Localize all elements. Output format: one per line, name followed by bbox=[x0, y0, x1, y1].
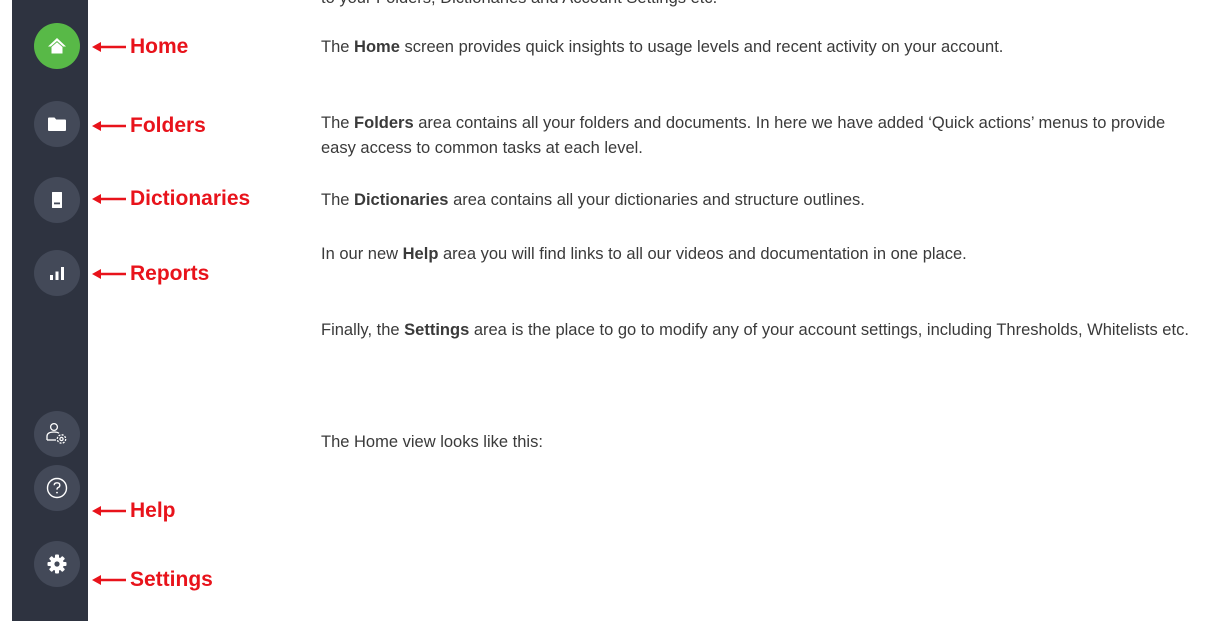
callout-home-label: Home bbox=[130, 35, 189, 58]
sidebar-nav bbox=[12, 0, 88, 621]
callout-help: Help bbox=[92, 499, 176, 523]
callout-folders: Folders bbox=[92, 114, 206, 138]
arrow-left-icon bbox=[92, 42, 126, 52]
arrow-left-icon bbox=[92, 121, 126, 131]
help-term: Help bbox=[402, 245, 439, 263]
account-nav-button[interactable] bbox=[34, 411, 80, 457]
callout-home: Home bbox=[92, 35, 188, 59]
dictionaries-nav-button[interactable] bbox=[34, 177, 80, 223]
intro-text-cut: to your Folders, Dictionaries and Accoun… bbox=[321, 0, 717, 8]
settings-description: Finally, the Settings area is the place … bbox=[321, 321, 1189, 339]
home-nav-button[interactable] bbox=[34, 23, 80, 69]
callout-settings: Settings bbox=[92, 568, 213, 592]
folders-description: The Folders area contains all your folde… bbox=[321, 114, 1166, 157]
user-settings-icon bbox=[46, 422, 67, 444]
folders-term: Folders bbox=[354, 114, 414, 132]
callout-reports: Reports bbox=[92, 262, 209, 286]
book-icon bbox=[52, 192, 62, 208]
home-icon bbox=[48, 38, 66, 54]
dictionaries-description: The Dictionaries area contains all your … bbox=[321, 191, 865, 209]
bar-chart-icon bbox=[50, 267, 64, 280]
arrow-left-icon bbox=[92, 269, 126, 279]
callout-reports-label: Reports bbox=[130, 262, 210, 285]
dictionaries-term: Dictionaries bbox=[354, 191, 449, 209]
folder-icon bbox=[48, 117, 66, 131]
callout-dictionaries: Dictionaries bbox=[92, 187, 250, 211]
reports-nav-button[interactable] bbox=[34, 250, 80, 296]
home-view-caption: The Home view looks like this: bbox=[321, 433, 543, 451]
callout-folders-label: Folders bbox=[130, 114, 206, 137]
home-description: The Home screen provides quick insights … bbox=[321, 38, 1004, 56]
gear-icon bbox=[47, 554, 67, 574]
settings-nav-button[interactable] bbox=[34, 541, 80, 587]
callout-settings-label: Settings bbox=[130, 568, 213, 591]
callout-help-label: Help bbox=[130, 499, 176, 522]
arrow-left-icon bbox=[92, 506, 126, 516]
home-term: Home bbox=[354, 38, 400, 56]
arrow-left-icon bbox=[92, 194, 126, 204]
folders-nav-button[interactable] bbox=[34, 101, 80, 147]
settings-term: Settings bbox=[404, 321, 470, 339]
help-icon bbox=[46, 477, 68, 499]
callout-dictionaries-label: Dictionaries bbox=[130, 187, 251, 210]
arrow-left-icon bbox=[92, 575, 126, 585]
help-description: In our new Help area you will find links… bbox=[321, 245, 967, 263]
help-nav-button[interactable] bbox=[34, 465, 80, 511]
